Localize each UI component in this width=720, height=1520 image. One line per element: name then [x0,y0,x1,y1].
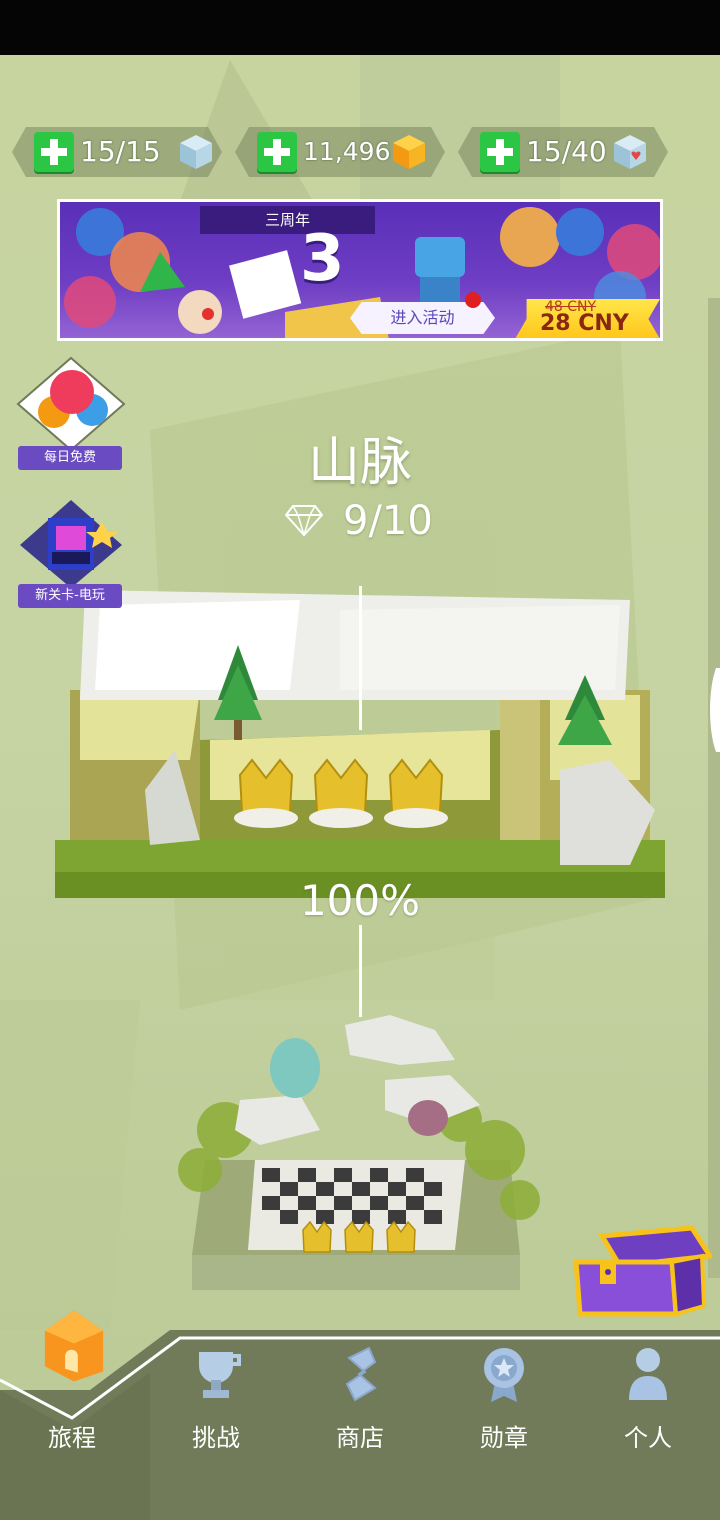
notification-dot [465,292,481,308]
tab-challenge-label: 挑战 [192,1424,240,1452]
house-icon [44,1310,104,1382]
anniversary-label: 三周年 [200,206,375,234]
add-lives-icon[interactable] [34,132,74,172]
treasure-chest-icon[interactable] [572,1226,712,1318]
arcade-icon [20,500,122,588]
gold-value: 11,496 [303,137,391,166]
tab-journey[interactable]: 旅程 [0,1310,144,1520]
progress-line-lower [359,925,362,1017]
lives-value: 15/15 [80,135,161,168]
gem-count-value: 9/10 [343,498,433,544]
level-island-mountains[interactable] [55,580,667,900]
anniversary-banner[interactable]: 三周年 3 进入活动 48 CNY 28 CNY [57,199,663,341]
shop-icon [345,1346,377,1402]
level-island-next[interactable] [190,1010,530,1295]
add-gold-icon[interactable] [257,132,297,172]
status-bar [0,0,720,55]
hearts-value: 15/40 [526,135,607,168]
tab-challenge[interactable]: 挑战 [144,1330,288,1520]
medal-icon [484,1348,524,1402]
ice-cube-icon [180,135,212,169]
heart-cube-icon [614,135,646,169]
level-title: 山脉 [307,433,412,493]
tab-journey-label: 旅程 [48,1424,96,1452]
level-progress: 100% [299,876,421,925]
anniversary-number: 3 [300,222,345,296]
tab-shop[interactable]: 商店 [288,1330,432,1520]
add-hearts-icon[interactable] [480,132,520,172]
person-icon [629,1348,667,1400]
tab-shop-label: 商店 [336,1424,384,1452]
tab-medal[interactable]: 勋章 [432,1330,576,1520]
tab-medal-label: 勋章 [480,1424,528,1452]
hearts-counter[interactable]: 15/40 [458,127,668,177]
tab-profile-label: 个人 [624,1424,672,1452]
gold-counter[interactable]: 11,496 [235,127,445,177]
new-price: 28 CNY [540,311,629,336]
gold-cube-icon [393,135,425,169]
price-tag[interactable]: 48 CNY 28 CNY [515,299,660,338]
diamond-icon [285,505,323,536]
trophy-icon [199,1352,241,1398]
lives-counter[interactable]: 15/15 [12,127,222,177]
tab-profile[interactable]: 个人 [576,1330,720,1520]
